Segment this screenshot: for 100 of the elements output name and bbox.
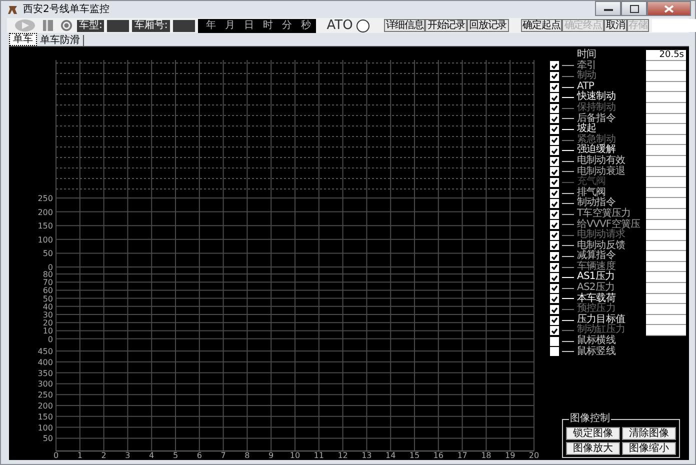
signal-label: 鼠标横线 [577, 336, 616, 346]
checkbox[interactable] [550, 104, 559, 113]
checkbox[interactable] [550, 210, 559, 219]
x-tick-label: 9 [268, 451, 274, 458]
datetime-unit: 分 [282, 20, 292, 32]
signal-label: 充气阀 [577, 177, 607, 188]
checkbox[interactable] [550, 336, 559, 346]
window-title: 西安2号线单车监控 [23, 4, 110, 16]
close-button[interactable] [647, 1, 691, 16]
y-tick-label: 400 [38, 358, 53, 367]
checkbox[interactable] [550, 241, 559, 250]
group-title: 图像控制 [569, 413, 611, 424]
value-field [646, 220, 686, 230]
signal-label: 给VVVF空簧压 [577, 220, 642, 230]
value-field [646, 177, 686, 188]
checkbox[interactable] [550, 347, 559, 356]
power-button[interactable] [59, 19, 74, 32]
x-tick-label: 15 [409, 451, 420, 458]
toolbar-button[interactable]: 取消 [604, 19, 627, 32]
value-field [646, 240, 686, 252]
book-button[interactable] [40, 19, 56, 32]
checkbox[interactable] [550, 326, 559, 336]
signal-label: T车空簧压力 [577, 208, 632, 219]
y-tick-label: 10 [42, 326, 53, 336]
x-tick-label: 3 [125, 451, 130, 458]
signal-label: 电制动请求 [577, 230, 626, 240]
signal-label: 后备指令 [577, 114, 616, 124]
y-tick-label: 100 [38, 423, 53, 432]
y-tick-label: 250 [38, 194, 53, 203]
datetime-unit: 月 [224, 20, 235, 32]
y-tick-label: 350 [38, 368, 53, 378]
toolbar-button[interactable]: 开始记录 [425, 19, 468, 32]
checkbox[interactable] [550, 178, 559, 187]
minimize-button[interactable] [595, 1, 621, 16]
checkbox[interactable] [550, 61, 559, 70]
y-tick-label: 0 [48, 263, 53, 272]
checkbox[interactable] [550, 230, 559, 240]
y-tick-label: 20 [42, 318, 53, 328]
time-label: 时间 [577, 50, 598, 60]
checkbox[interactable] [550, 82, 559, 92]
checkbox[interactable] [550, 199, 559, 208]
signal-label: AS1压力 [577, 272, 616, 282]
y-tick-label: 0 [48, 334, 53, 344]
image-button[interactable]: 清除图像 [622, 427, 676, 440]
maximize-button[interactable] [621, 1, 647, 16]
datetime-unit: 时 [262, 20, 273, 32]
y-tick-label: 40 [42, 302, 53, 312]
signal-label: 车辆速度 [577, 262, 616, 272]
checkbox[interactable] [550, 316, 559, 325]
value-field [646, 251, 686, 262]
image-button[interactable]: 图像缩小 [622, 442, 676, 455]
signal-label: 强迫缓解 [577, 145, 616, 156]
datetime-unit: 秒 [300, 20, 311, 32]
checkbox[interactable] [550, 167, 559, 176]
checkbox[interactable] [550, 262, 559, 272]
checkbox[interactable] [550, 114, 559, 124]
value-field [646, 166, 686, 178]
signal-label: 鼠标竖线 [577, 346, 616, 358]
checkbox[interactable] [550, 220, 559, 230]
image-button[interactable]: 锁定图像 [566, 427, 620, 440]
x-tick-label: 17 [457, 451, 468, 458]
checkbox[interactable] [550, 124, 559, 134]
checkbox[interactable] [550, 136, 559, 145]
vehicle-type-field[interactable] [107, 20, 130, 32]
checkbox[interactable] [550, 252, 559, 262]
signal-label: 坡起 [577, 124, 596, 134]
signal-label: 紧急制动 [577, 134, 616, 145]
toolbar-button[interactable]: 详细信息 [384, 19, 426, 32]
signal-label: 制动 [577, 71, 598, 82]
y-tick-label: 50 [42, 434, 53, 444]
checkbox[interactable] [550, 93, 559, 102]
value-field [646, 60, 686, 72]
checkbox[interactable] [550, 72, 559, 81]
signal-label: 制动指令 [577, 198, 616, 208]
toolbar-button[interactable]: 确定起点 [520, 19, 562, 32]
y-tick-label: 50 [42, 249, 53, 258]
image-button[interactable]: 图像放大 [566, 442, 620, 455]
checkbox[interactable] [550, 188, 559, 198]
checkbox[interactable] [550, 146, 559, 156]
checkbox[interactable] [550, 156, 559, 166]
y-tick-label: 200 [38, 208, 53, 217]
checkbox[interactable] [550, 284, 559, 293]
y-tick-label: 60 [42, 286, 53, 296]
y-tick-label: 300 [38, 380, 53, 389]
toolbar-button[interactable]: 回放记录 [467, 19, 509, 32]
tab[interactable]: 单车 [9, 33, 37, 46]
value-field [646, 304, 686, 315]
x-tick-label: 20 [528, 451, 540, 458]
datetime-unit: 年 [206, 20, 216, 32]
x-tick-label: 6 [196, 451, 202, 458]
checkbox[interactable] [550, 294, 559, 304]
value-field [646, 325, 686, 336]
x-tick-label: 13 [362, 451, 372, 458]
x-tick-label: 4 [149, 451, 154, 458]
checkbox[interactable] [550, 305, 559, 314]
text-field[interactable] [652, 19, 696, 32]
car-number-field[interactable] [172, 20, 195, 32]
y-tick-label: 50 [42, 294, 53, 304]
checkbox[interactable] [550, 273, 559, 282]
y-tick-label: 200 [38, 402, 53, 410]
